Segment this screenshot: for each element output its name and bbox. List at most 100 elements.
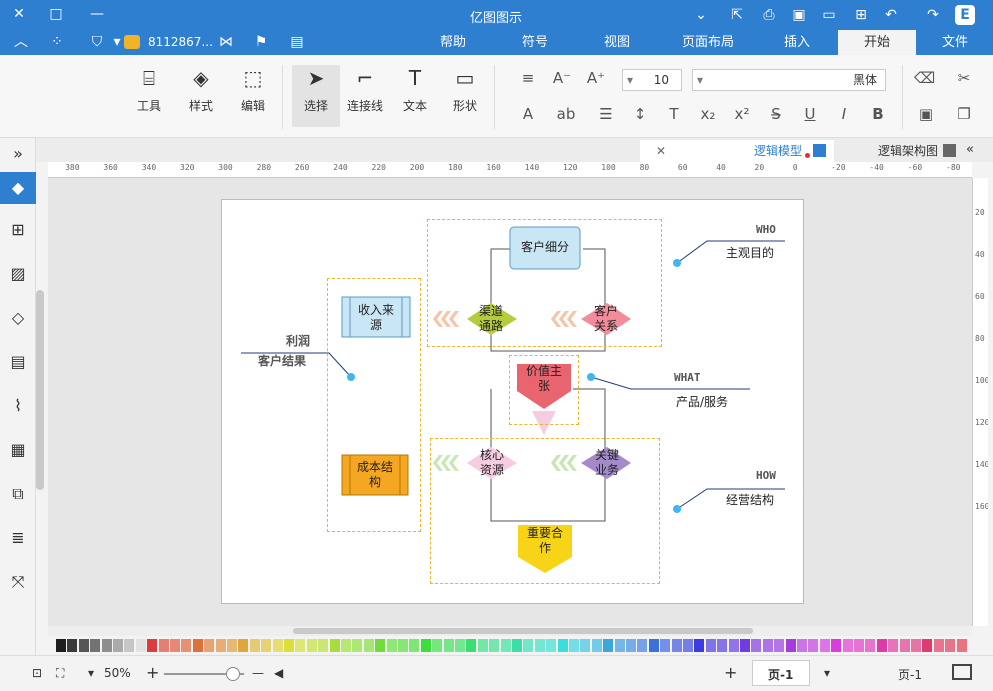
underline-icon[interactable]: U xyxy=(800,105,820,123)
image-icon[interactable]: ▨ xyxy=(6,262,30,286)
print-icon[interactable]: ⎙ xyxy=(760,7,778,23)
fullscreen-icon[interactable]: ⛶ xyxy=(56,666,64,681)
color-swatch[interactable] xyxy=(523,639,534,652)
color-swatch[interactable] xyxy=(945,639,956,652)
color-swatch[interactable] xyxy=(671,639,682,652)
close-icon[interactable]: ✕ xyxy=(10,6,28,22)
maximize-icon[interactable]: □ xyxy=(47,6,65,22)
color-swatch[interactable] xyxy=(295,639,306,652)
color-swatch[interactable] xyxy=(785,639,796,652)
color-swatch[interactable] xyxy=(432,639,443,652)
new-icon[interactable]: ⊞ xyxy=(852,7,870,23)
fit-page-icon[interactable]: ⊡ xyxy=(32,666,42,680)
text-button[interactable]: T 文本 xyxy=(394,65,436,114)
list-icon[interactable]: ☰ xyxy=(596,105,616,123)
color-swatch[interactable] xyxy=(158,639,169,652)
color-swatch[interactable] xyxy=(101,639,112,652)
color-swatch[interactable] xyxy=(192,639,203,652)
color-swatch[interactable] xyxy=(341,639,351,652)
color-swatch[interactable] xyxy=(306,639,317,652)
color-swatch[interactable] xyxy=(409,639,420,652)
color-swatch[interactable] xyxy=(227,639,237,652)
tab-home[interactable]: 开始 xyxy=(838,30,916,55)
color-swatch[interactable] xyxy=(375,639,386,652)
color-swatch[interactable] xyxy=(534,639,545,652)
open-icon[interactable]: ▭ xyxy=(820,7,838,23)
layers-icon[interactable]: ◇ xyxy=(6,306,30,330)
font-shrink-icon[interactable]: A⁻ xyxy=(552,69,572,87)
account-name[interactable]: 811286​7... xyxy=(148,35,213,49)
export-icon[interactable]: ⇱ xyxy=(728,7,746,23)
color-swatch[interactable] xyxy=(797,639,807,652)
apps-icon[interactable]: ⁘ xyxy=(48,34,66,50)
page-icon[interactable]: ▤ xyxy=(6,350,30,374)
color-swatch[interactable] xyxy=(113,639,123,652)
close-icon[interactable]: ✕ xyxy=(656,140,666,162)
color-swatch[interactable] xyxy=(249,639,260,652)
undo-icon[interactable]: ↶ xyxy=(882,7,900,23)
color-swatch[interactable] xyxy=(455,639,465,652)
color-swatch[interactable] xyxy=(705,639,716,652)
font-family-select[interactable]: 黑体 ▾ xyxy=(692,69,886,91)
zoom-level[interactable]: 50% xyxy=(104,666,131,680)
zoom-out-icon[interactable]: — xyxy=(252,666,264,680)
color-swatch[interactable] xyxy=(774,639,785,652)
paste-icon[interactable]: ▣ xyxy=(916,105,936,123)
zoom-dropdown-icon[interactable]: ▾ xyxy=(88,666,94,680)
color-swatch[interactable] xyxy=(318,639,329,652)
line-spacing-icon[interactable]: ↕ xyxy=(630,105,650,123)
color-swatch[interactable] xyxy=(751,639,762,652)
color-swatch[interactable] xyxy=(546,639,557,652)
color-swatch[interactable] xyxy=(124,639,135,652)
page-tab-label[interactable]: 页-1 xyxy=(898,666,922,683)
style-button[interactable]: ◈ 样式 xyxy=(180,65,222,114)
color-swatch[interactable] xyxy=(261,639,272,652)
color-swatch[interactable] xyxy=(580,639,591,652)
share-icon[interactable]: ⋈ xyxy=(217,34,235,50)
color-swatch[interactable] xyxy=(500,639,511,652)
color-swatch[interactable] xyxy=(90,639,101,652)
doc-tab-logic-architecture[interactable]: 逻辑架构图 ✕ xyxy=(820,140,960,162)
connector-button[interactable]: ⌐ 连接线 xyxy=(344,65,386,114)
color-swatch[interactable] xyxy=(694,639,705,652)
color-swatch[interactable] xyxy=(352,639,363,652)
color-swatch[interactable] xyxy=(238,639,249,652)
color-swatch[interactable] xyxy=(683,639,693,652)
color-swatch[interactable] xyxy=(386,639,397,652)
select-button[interactable]: ➤ 选择 xyxy=(292,65,340,127)
color-swatch[interactable] xyxy=(67,639,78,652)
color-swatch[interactable] xyxy=(933,639,944,652)
shirt-icon[interactable]: ⛉ xyxy=(88,34,106,50)
color-swatch[interactable] xyxy=(660,639,671,652)
table-icon[interactable]: ▦ xyxy=(6,438,30,462)
color-swatch[interactable] xyxy=(398,639,408,652)
superscript-icon[interactable]: x² xyxy=(732,105,752,123)
tab-view[interactable]: 视图 xyxy=(590,30,644,55)
tab-insert[interactable]: 插入 xyxy=(770,30,824,55)
color-swatch[interactable] xyxy=(215,639,226,652)
vertical-scrollbar[interactable] xyxy=(36,290,44,490)
color-swatch[interactable] xyxy=(899,639,910,652)
dropdown-icon[interactable]: ▾ xyxy=(108,34,126,50)
page-dropdown-icon[interactable]: ▾ xyxy=(824,666,830,680)
color-swatch[interactable] xyxy=(876,639,887,652)
tab-symbol[interactable]: 符号 xyxy=(508,30,562,55)
color-swatch[interactable] xyxy=(204,639,215,652)
font-color-icon[interactable]: A xyxy=(518,105,538,123)
strikethrough-icon[interactable]: S̶ xyxy=(766,105,786,123)
zoom-in-icon[interactable]: + xyxy=(146,663,159,682)
color-swatch[interactable] xyxy=(911,639,921,652)
color-swatch[interactable] xyxy=(842,639,853,652)
copy-icon[interactable]: ❐ xyxy=(954,105,974,123)
color-swatch[interactable] xyxy=(762,639,773,652)
color-swatch[interactable] xyxy=(489,639,500,652)
color-swatch[interactable] xyxy=(477,639,488,652)
color-swatch[interactable] xyxy=(614,639,625,652)
color-swatch[interactable] xyxy=(717,639,728,652)
redo-icon[interactable]: ↷ xyxy=(924,7,942,23)
color-swatch[interactable] xyxy=(329,639,340,652)
cut-icon[interactable]: ✂ xyxy=(954,69,974,87)
scroll-thumb[interactable] xyxy=(293,628,753,634)
color-swatch[interactable] xyxy=(557,639,568,652)
format-icon[interactable]: ≣ xyxy=(6,526,30,550)
